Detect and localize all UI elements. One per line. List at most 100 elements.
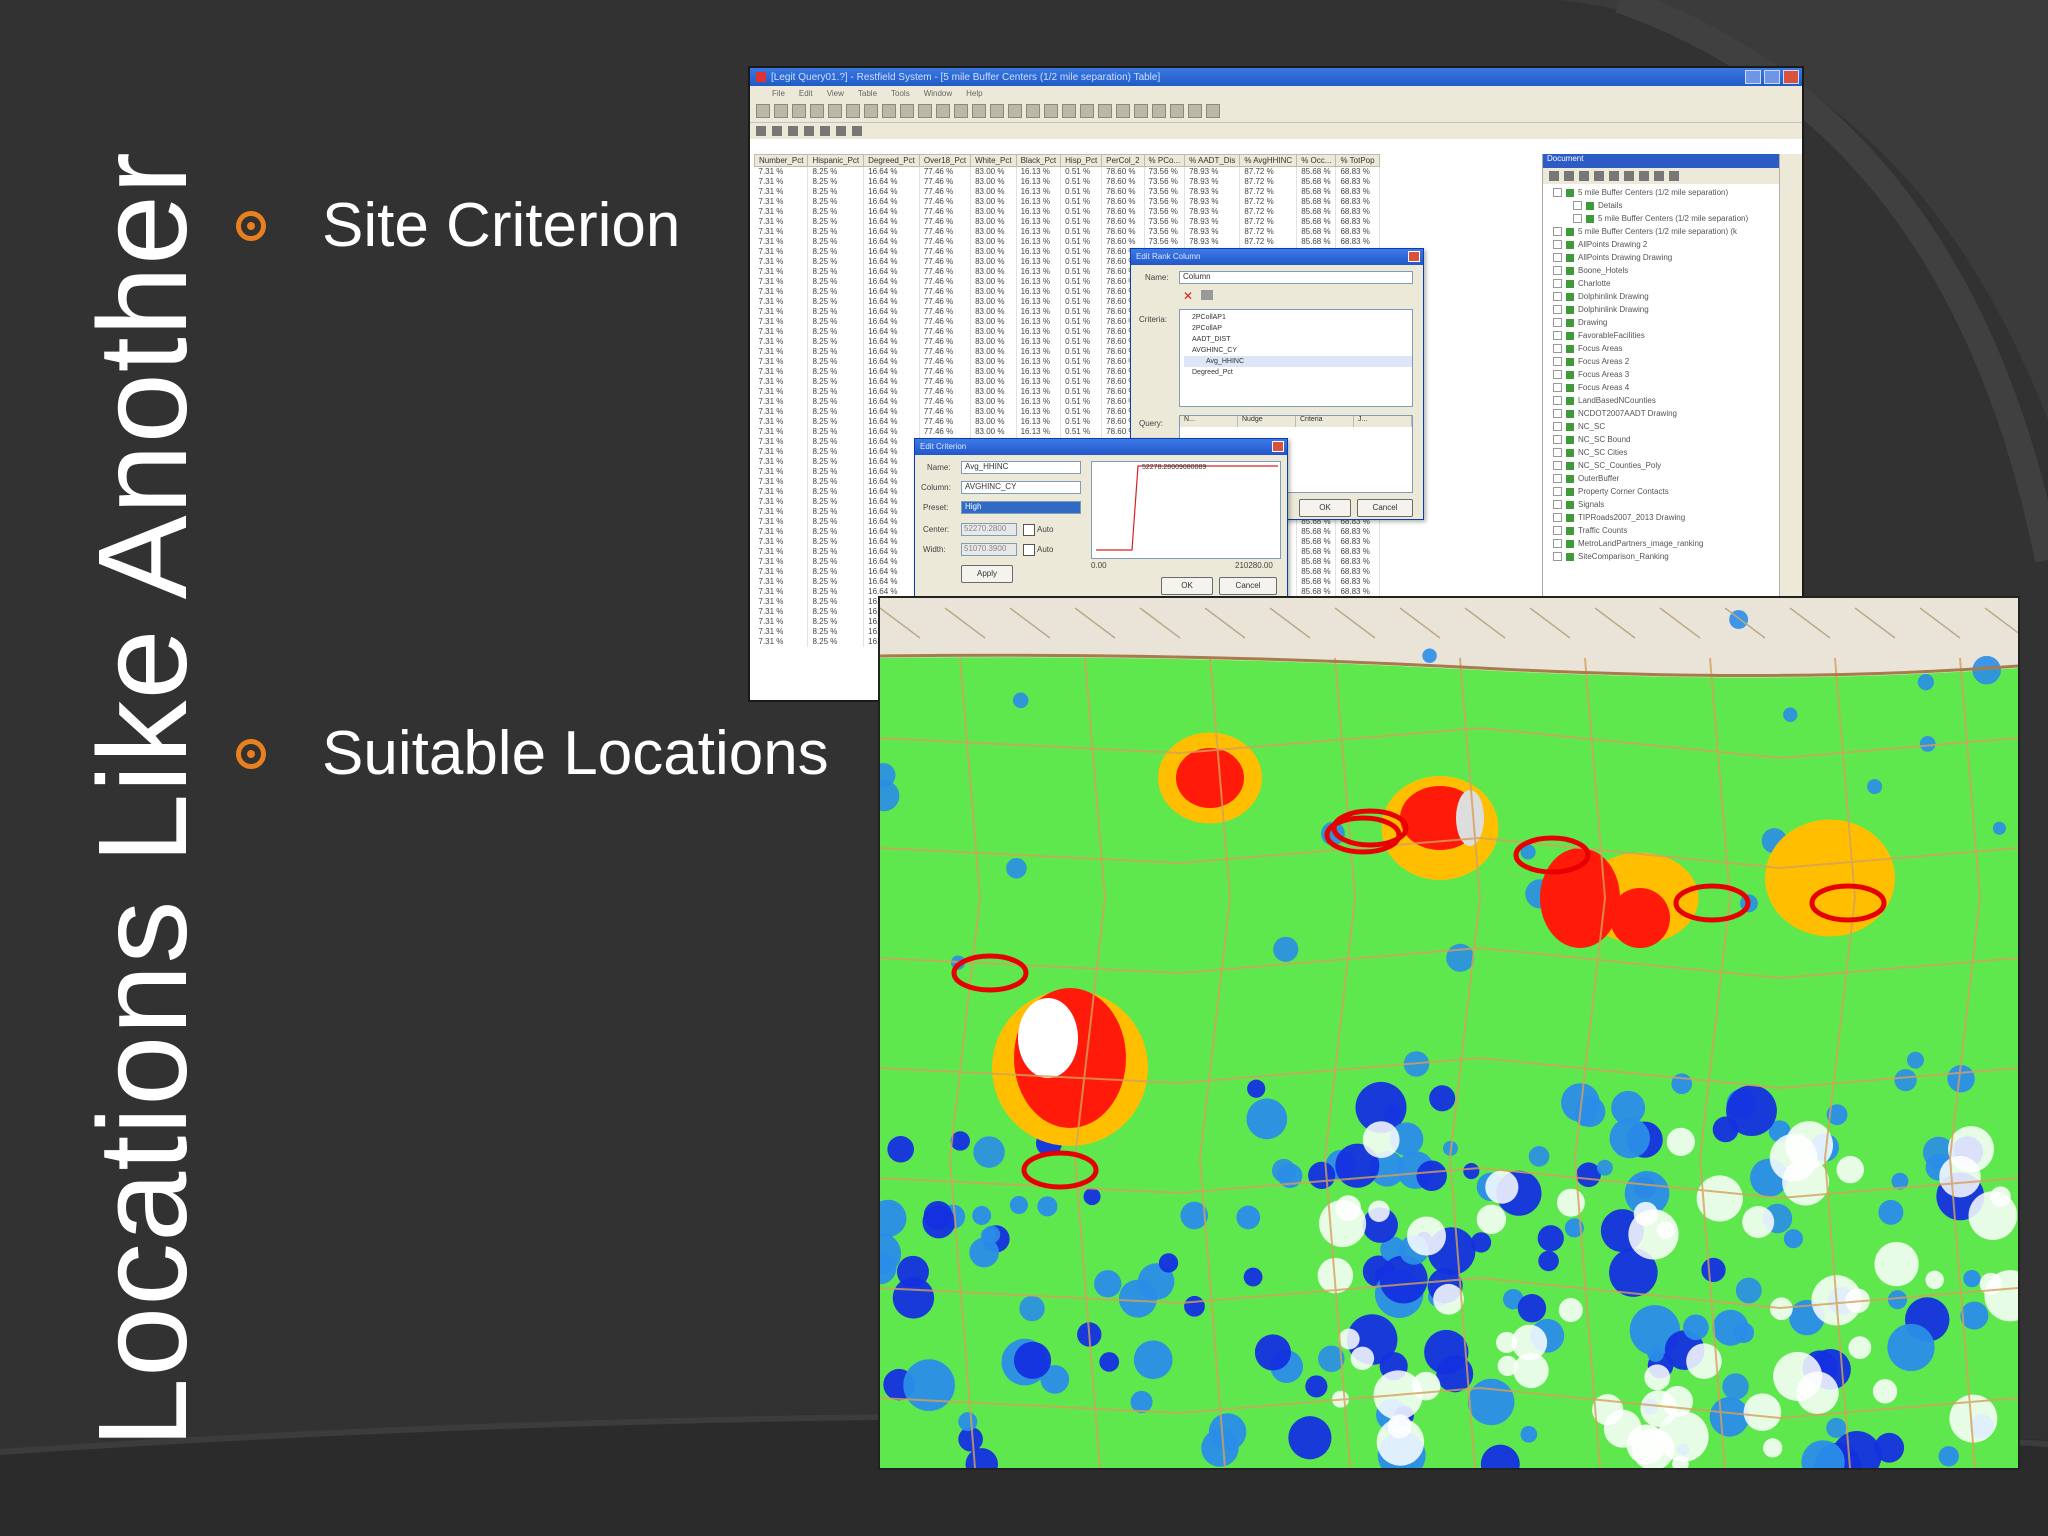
toolbar-button-icon[interactable] [972,104,986,118]
toolbar-button-icon[interactable] [882,104,896,118]
table-row[interactable]: 7.31 %8.25 %16.64 %77.46 %83.00 %16.13 %… [754,217,1380,227]
column-header[interactable]: Hispanic_Pct [807,154,865,167]
expand-icon[interactable] [1553,526,1562,535]
expand-icon[interactable] [1553,253,1562,262]
toolbar-button-icon[interactable] [1080,104,1094,118]
suitability-map[interactable] [878,596,2020,1470]
width-field[interactable]: 51070.3900 [961,543,1017,556]
toolbar-button-icon[interactable] [1152,104,1166,118]
ok-button[interactable]: OK [1161,577,1213,595]
maximize-icon[interactable] [1764,70,1780,84]
toolbar-button-icon[interactable] [1170,104,1184,118]
cancel-button[interactable]: Cancel [1219,577,1277,595]
expand-icon[interactable] [1553,461,1562,470]
column-header[interactable]: Hisp_Pct [1060,154,1103,167]
tree-tool-icon[interactable] [1609,171,1619,181]
tree-item[interactable]: NC_SC [1553,420,1783,433]
edit-icon[interactable] [1201,290,1213,300]
criteria-item[interactable]: AADT_DIST [1184,334,1412,345]
criteria-item[interactable]: 2PCollAP [1184,323,1412,334]
query-column-header[interactable]: N... [1180,416,1238,427]
table-row[interactable]: 7.31 %8.25 %16.64 %77.46 %83.00 %16.13 %… [754,197,1380,207]
auto-center-checkbox[interactable] [1023,524,1035,536]
tree-item[interactable]: Focus Areas 3 [1553,368,1783,381]
menu-item-help[interactable]: Help [966,89,982,98]
column-header[interactable]: Number_Pct [754,154,809,167]
expand-icon[interactable] [1553,305,1562,314]
expand-icon[interactable] [1553,318,1562,327]
auto-width-checkbox[interactable] [1023,544,1035,556]
tree-item[interactable]: OuterBuffer [1553,472,1783,485]
toolbar-button-icon[interactable] [1026,104,1040,118]
expand-icon[interactable] [1553,266,1562,275]
query-column-header[interactable]: Criteria [1296,416,1354,427]
tree-tool-icon[interactable] [1639,171,1649,181]
tree-item[interactable]: 5 mile Buffer Centers (1/2 mile separati… [1553,212,1783,225]
table-row[interactable]: 7.31 %8.25 %16.64 %77.46 %83.00 %16.13 %… [754,177,1380,187]
tree-item[interactable]: Focus Areas [1553,342,1783,355]
table-row[interactable]: 7.31 %8.25 %16.64 %77.46 %83.00 %16.13 %… [754,227,1380,237]
tree-item[interactable]: FavorableFacilities [1553,329,1783,342]
expand-icon[interactable] [1553,292,1562,301]
expand-icon[interactable] [1553,422,1562,431]
nav-button-icon[interactable] [804,126,814,136]
toolbar-button-icon[interactable] [900,104,914,118]
tree-tool-icon[interactable] [1594,171,1604,181]
expand-icon[interactable] [1553,448,1562,457]
tree-item[interactable]: Property Corner Contacts [1553,485,1783,498]
toolbar-button-icon[interactable] [828,104,842,118]
toolbar-button-icon[interactable] [810,104,824,118]
expand-icon[interactable] [1553,344,1562,353]
tree-item[interactable]: Dolphinlink Drawing [1553,303,1783,316]
column-header[interactable]: % TotPop [1335,154,1380,167]
toolbar-button-icon[interactable] [756,104,770,118]
tree-item[interactable]: Charlotte [1553,277,1783,290]
nav-button-icon[interactable] [756,126,766,136]
toolbar-button-icon[interactable] [792,104,806,118]
tree-item[interactable]: 5 mile Buffer Centers (1/2 mile separati… [1553,186,1783,199]
column-header[interactable]: White_Pct [970,154,1017,167]
toolbar-button-icon[interactable] [774,104,788,118]
menu-item-view[interactable]: View [827,89,844,98]
nav-button-icon[interactable] [772,126,782,136]
tree-item[interactable]: Drawing [1553,316,1783,329]
expand-icon[interactable] [1553,435,1562,444]
column-header[interactable]: Black_Pct [1015,154,1062,167]
menu-item-table[interactable]: Table [858,89,877,98]
expand-icon[interactable] [1553,409,1562,418]
column-header[interactable]: PerCol_2 [1101,154,1145,167]
column-header[interactable]: % PCo... [1143,154,1186,167]
tree-item[interactable]: Signals [1553,498,1783,511]
name-field[interactable]: Column [1179,271,1413,284]
expand-icon[interactable] [1553,513,1562,522]
tree-tool-icon[interactable] [1564,171,1574,181]
expand-icon[interactable] [1553,188,1562,197]
toolbar-button-icon[interactable] [1008,104,1022,118]
expand-icon[interactable] [1553,370,1562,379]
criteria-list[interactable]: 2PCollAP1 2PCollAP AADT_DIST AVGHINC_CY Avg_… [1179,309,1413,407]
toolbar-button-icon[interactable] [864,104,878,118]
query-column-header[interactable]: Nudge [1238,416,1296,427]
tree-item[interactable]: Focus Areas 4 [1553,381,1783,394]
tree-tool-icon[interactable] [1549,171,1559,181]
table-row[interactable]: 7.31 %8.25 %16.64 %77.46 %83.00 %16.13 %… [754,187,1380,197]
expand-icon[interactable] [1553,500,1562,509]
toolbar-button-icon[interactable] [954,104,968,118]
column-header[interactable]: Over18_Pct [918,154,972,167]
toolbar-button-icon[interactable] [1062,104,1076,118]
tree-item[interactable]: AllPoints Drawing Drawing [1553,251,1783,264]
expand-icon[interactable] [1553,331,1562,340]
column-select[interactable]: AVGHINC_CY [961,481,1081,494]
table-row[interactable]: 7.31 %8.25 %16.64 %77.46 %83.00 %16.13 %… [754,207,1380,217]
nav-button-icon[interactable] [852,126,862,136]
nav-button-icon[interactable] [836,126,846,136]
column-header[interactable]: % AADT_Dis [1184,154,1241,167]
tree-item[interactable]: NC_SC Bound [1553,433,1783,446]
column-header[interactable]: % AvgHHINC [1239,154,1298,167]
table-row[interactable]: 7.31 %8.25 %16.64 %77.46 %83.00 %16.13 %… [754,237,1380,247]
expand-icon[interactable] [1553,240,1562,249]
expand-icon[interactable] [1553,552,1562,561]
menu-item-window[interactable]: Window [924,89,952,98]
center-field[interactable]: 52270.2800 [961,523,1017,536]
tree-tool-icon[interactable] [1624,171,1634,181]
